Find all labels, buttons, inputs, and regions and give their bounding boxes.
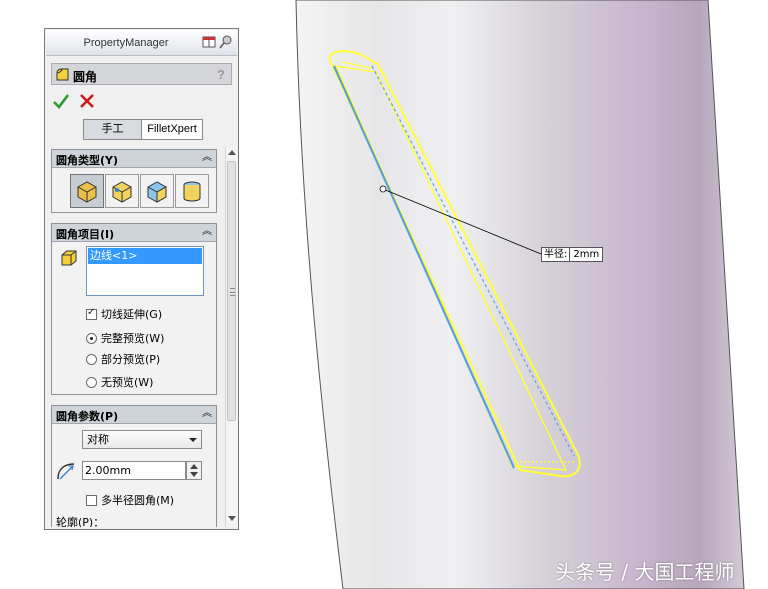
full-round-fillet-icon <box>183 181 201 202</box>
no-preview-radio[interactable] <box>86 376 97 388</box>
face-fillet-button[interactable] <box>140 174 174 208</box>
multi-radius-label: 多半径圆角(M) <box>101 494 175 507</box>
chevron-down-icon <box>189 438 197 442</box>
fillet-type-header[interactable]: 圆角类型(Y) ︽ <box>52 150 216 168</box>
spin-up-icon[interactable] <box>190 464 198 469</box>
fillet-type-buttons <box>70 174 209 208</box>
profile-label: 轮廓(P)： <box>56 516 105 527</box>
edges-listbox[interactable]: 边线<1> <box>86 246 204 296</box>
panel-title: PropertyManager <box>83 37 169 49</box>
mode-tabs: 手工 FilletXpert <box>83 119 203 140</box>
variable-size-fillet-button[interactable] <box>105 174 139 208</box>
edge-selection-icon <box>61 250 77 266</box>
pin-icon[interactable] <box>219 35 233 49</box>
scroll-thumb[interactable] <box>227 161 236 421</box>
partial-preview-radio[interactable] <box>86 353 97 365</box>
fillet-params-header[interactable]: 圆角参数(P) ︽ <box>52 406 216 424</box>
radius-input[interactable]: 2.00mm <box>82 461 186 480</box>
callout-label: 半径: <box>542 248 571 261</box>
feature-header: 圆角 ? <box>51 63 232 85</box>
spin-down-icon[interactable] <box>190 472 198 477</box>
fillet-items-header[interactable]: 圆角项目(I) ︽ <box>52 224 216 242</box>
help-icon[interactable]: ? <box>217 67 225 82</box>
constant-size-fillet-button[interactable] <box>70 174 104 208</box>
collapse-chevron-icon[interactable]: ︽ <box>202 226 212 238</box>
fillet-method-value: 对称 <box>87 433 109 446</box>
panel-scrollbar[interactable] <box>225 147 237 527</box>
full-preview-option[interactable]: 完整预览(W) <box>86 330 164 346</box>
fillet-params-title: 圆角参数(P) <box>56 410 119 423</box>
constant-size-fillet-icon <box>77 181 97 203</box>
fillet-type-title: 圆角类型(Y) <box>56 154 119 167</box>
tab-manual[interactable]: 手工 <box>84 120 142 139</box>
no-preview-option[interactable]: 无预览(W) <box>86 374 153 390</box>
partial-preview-option[interactable]: 部分预览(P) <box>86 351 160 367</box>
tangent-propagation-checkbox[interactable] <box>86 307 97 320</box>
tangent-propagation-option[interactable]: 切线延伸(G) <box>86 306 162 322</box>
fillet-params-group: 圆角参数(P) ︽ 对称 2.00mm 多半径圆角(M) 轮廓(P)： <box>51 405 217 527</box>
list-item[interactable]: 边线<1> <box>88 248 202 264</box>
grip-icon <box>230 288 235 296</box>
full-round-fillet-button[interactable] <box>175 174 209 208</box>
watermark: 头条号 / 大国工程师 <box>555 560 735 584</box>
no-preview-label: 无预览(W) <box>101 376 154 389</box>
fillet-feature-icon <box>56 68 69 81</box>
multi-radius-option[interactable]: 多半径圆角(M) <box>86 492 174 508</box>
fillet-type-group: 圆角类型(Y) ︽ <box>51 149 217 213</box>
scroll-down-icon[interactable] <box>228 516 236 521</box>
radius-spinner[interactable] <box>186 461 202 480</box>
property-manager-panel: PropertyManager 圆角 ? 手工 FilletXpert 圆角类型… <box>44 28 239 530</box>
partial-preview-label: 部分预览(P) <box>101 353 161 366</box>
fillet-method-select[interactable]: 对称 <box>82 430 202 449</box>
feature-name: 圆角 <box>73 70 98 84</box>
full-preview-label: 完整预览(W) <box>101 332 165 345</box>
radius-callout[interactable]: 半径: 2mm <box>541 247 604 262</box>
fillet-items-title: 圆角项目(I) <box>56 228 115 241</box>
fillet-items-group: 圆角项目(I) ︽ 边线<1> 切线延伸(G) 完整预览(W) 部分预览(P) <box>51 223 217 395</box>
face-fillet-icon <box>147 181 167 203</box>
collapse-chevron-icon[interactable]: ︽ <box>202 408 212 420</box>
scroll-up-icon[interactable] <box>228 150 236 155</box>
tangent-propagation-label: 切线延伸(G) <box>101 308 163 321</box>
full-preview-radio[interactable] <box>86 332 97 344</box>
radius-icon <box>57 463 75 480</box>
ok-checkmark-icon[interactable] <box>53 93 69 109</box>
collapse-chevron-icon[interactable]: ︽ <box>202 152 212 164</box>
panel-scroll-area: 圆角类型(Y) ︽ 圆角项目(I) ︽ 边线<1> ✓ 切线延伸(G) 完整预览… <box>51 147 225 527</box>
callout-value[interactable]: 2mm <box>570 248 603 261</box>
tab-filletxpert[interactable]: FilletXpert <box>142 120 202 139</box>
variable-size-fillet-icon <box>112 181 132 203</box>
panel-split-icon[interactable] <box>202 35 216 49</box>
cancel-x-icon[interactable] <box>79 93 95 109</box>
panel-titlebar: PropertyManager <box>46 30 237 56</box>
multi-radius-checkbox[interactable] <box>86 494 97 506</box>
